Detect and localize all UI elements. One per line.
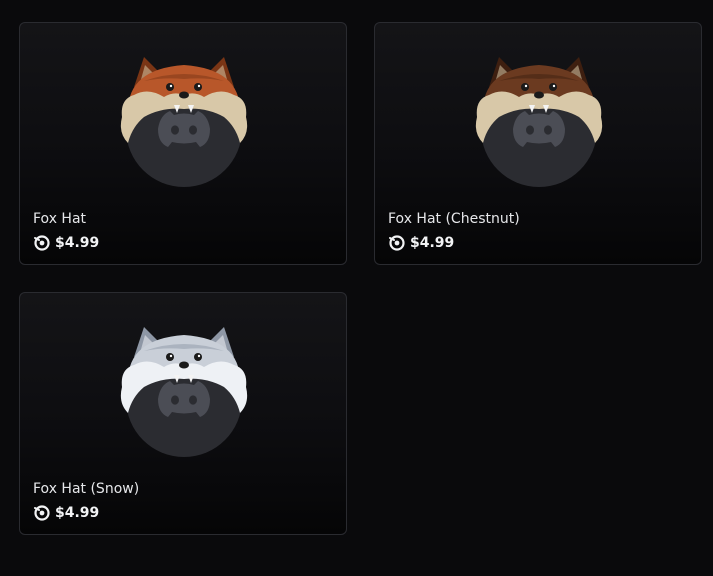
item-price: $4.99 [33,504,99,522]
price-value: $4.99 [55,505,100,521]
orb-icon [33,234,51,252]
item-name: Fox Hat (Chestnut) [388,211,520,227]
fox-hat-chestnut-icon [469,47,609,187]
item-name: Fox Hat (Snow) [33,481,140,497]
shop-card-fox-hat-chestnut[interactable]: Fox Hat (Chestnut) $4.99 [374,22,702,265]
orb-icon [33,504,51,522]
fox-hat-snow-icon [114,317,254,457]
orb-icon [388,234,406,252]
item-name: Fox Hat [33,211,87,227]
item-price: $4.99 [33,234,99,252]
item-price: $4.99 [388,234,454,252]
price-value: $4.99 [410,235,455,251]
fox-hat-orange-icon [114,47,254,187]
shop-card-fox-hat-snow[interactable]: Fox Hat (Snow) $4.99 [19,292,347,535]
price-value: $4.99 [55,235,100,251]
shop-grid: Fox Hat $4.99 Fox Hat (Chestnut) $4.99 F… [0,0,713,576]
shop-card-fox-hat[interactable]: Fox Hat $4.99 [19,22,347,265]
